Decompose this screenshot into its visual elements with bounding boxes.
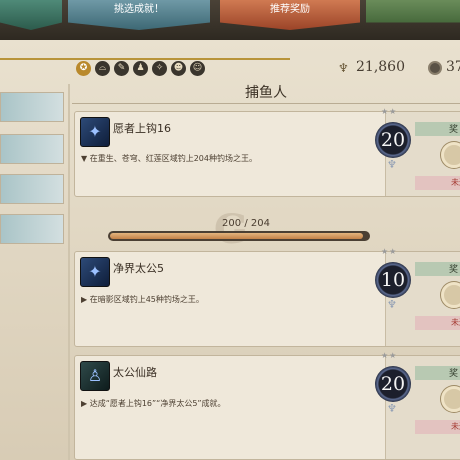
- achievement-card[interactable]: ♙ 太公仙路 ▶ 达成“愿者上钩16”“净界太公5”成就。 ★★ 20 ♆ 奖 …: [74, 351, 460, 460]
- achievement-points-badge: 20: [375, 122, 411, 158]
- gold-icon[interactable]: ✪: [76, 61, 91, 76]
- achievement-points-badge: 10: [375, 262, 411, 298]
- reward-token-icon: [441, 142, 460, 168]
- reward-token-icon: [441, 386, 460, 412]
- expand-arrow-icon[interactable]: ▼: [81, 154, 87, 163]
- progress-fill: [110, 233, 363, 239]
- trophy-icon: ♆: [387, 298, 397, 311]
- figure-icon[interactable]: ♟: [133, 61, 148, 76]
- coin-icon: [428, 61, 442, 75]
- expand-arrow-icon[interactable]: ▶: [81, 399, 87, 408]
- medal-icon[interactable]: ✧: [152, 61, 167, 76]
- face-icon[interactable]: ☺: [190, 61, 205, 76]
- progress-text: 200 / 204: [222, 218, 270, 229]
- achievement-description-text: 在重生、苍穹、红莲区域钓上204种钓场之王。: [89, 154, 257, 163]
- achievement-description: ▶ 达成“愿者上钩16”“净界太公5”成就。: [81, 398, 226, 409]
- achievement-fisher-icon: ♙: [80, 361, 110, 391]
- reward-label[interactable]: 奖: [415, 366, 460, 380]
- trophy-icon: ♆: [387, 158, 397, 171]
- sidebar-item[interactable]: [0, 174, 64, 204]
- rarity-stars: ★★: [381, 247, 398, 256]
- hat-icon[interactable]: ⌓: [95, 61, 110, 76]
- achievement-name: 净界太公5: [113, 262, 164, 275]
- progress-bar: [108, 231, 370, 241]
- achievement-description: ▶ 在暗影区域钓上45种钓场之王。: [81, 294, 204, 305]
- reward-label[interactable]: 奖: [415, 262, 460, 276]
- trophy-cup-icon: ♆: [338, 61, 349, 75]
- category-filter: ✪ ⌓ ✎ ♟ ✧ ☻ ☺: [76, 61, 205, 76]
- sidebar-divider: [68, 84, 70, 460]
- achievement-fish-icon: ✦: [80, 117, 110, 147]
- rarity-stars: ★★: [381, 107, 398, 116]
- achievement-description-text: 在暗影区域钓上45种钓场之王。: [89, 295, 204, 304]
- trophy-icon: ♆: [387, 402, 397, 415]
- sidebar-item[interactable]: [0, 134, 64, 164]
- achievement-description-text: 达成“愿者上钩16”“净界太公5”成就。: [89, 399, 226, 408]
- rarity-stars: ★★: [381, 351, 398, 360]
- achievement-name: 太公仙路: [113, 366, 157, 379]
- quill-icon[interactable]: ✎: [114, 61, 129, 76]
- header-divider: [0, 58, 290, 60]
- sidebar-item[interactable]: [0, 214, 64, 244]
- reward-status: 未达: [415, 176, 460, 190]
- reward-status: 未达: [415, 316, 460, 330]
- achievement-fish-icon: ✦: [80, 257, 110, 287]
- achievement-card[interactable]: ✦ 愿者上钩16 ▼ 在重生、苍穹、红莲区域钓上204种钓场之王。 ★★ 20 …: [74, 107, 460, 197]
- coin-count: 37: [446, 59, 460, 75]
- achievement-name: 愿者上钩16: [113, 122, 171, 135]
- reward-label[interactable]: 奖: [415, 122, 460, 136]
- achievement-points: 21,860: [356, 59, 405, 75]
- sidebar-item[interactable]: [0, 92, 64, 122]
- expand-arrow-icon[interactable]: ▶: [81, 295, 87, 304]
- mask-icon[interactable]: ☻: [171, 61, 186, 76]
- achievement-points-badge: 20: [375, 366, 411, 402]
- reward-token-icon: [441, 282, 460, 308]
- achievement-card[interactable]: ✦ 净界太公5 ▶ 在暗影区域钓上45种钓场之王。 ★★ 10 ♆ 奖 未达: [74, 247, 460, 347]
- reward-status: 未达: [415, 420, 460, 434]
- section-title: 捕鱼人: [72, 82, 460, 104]
- achievement-description: ▼ 在重生、苍穹、红莲区域钓上204种钓场之王。: [81, 153, 257, 164]
